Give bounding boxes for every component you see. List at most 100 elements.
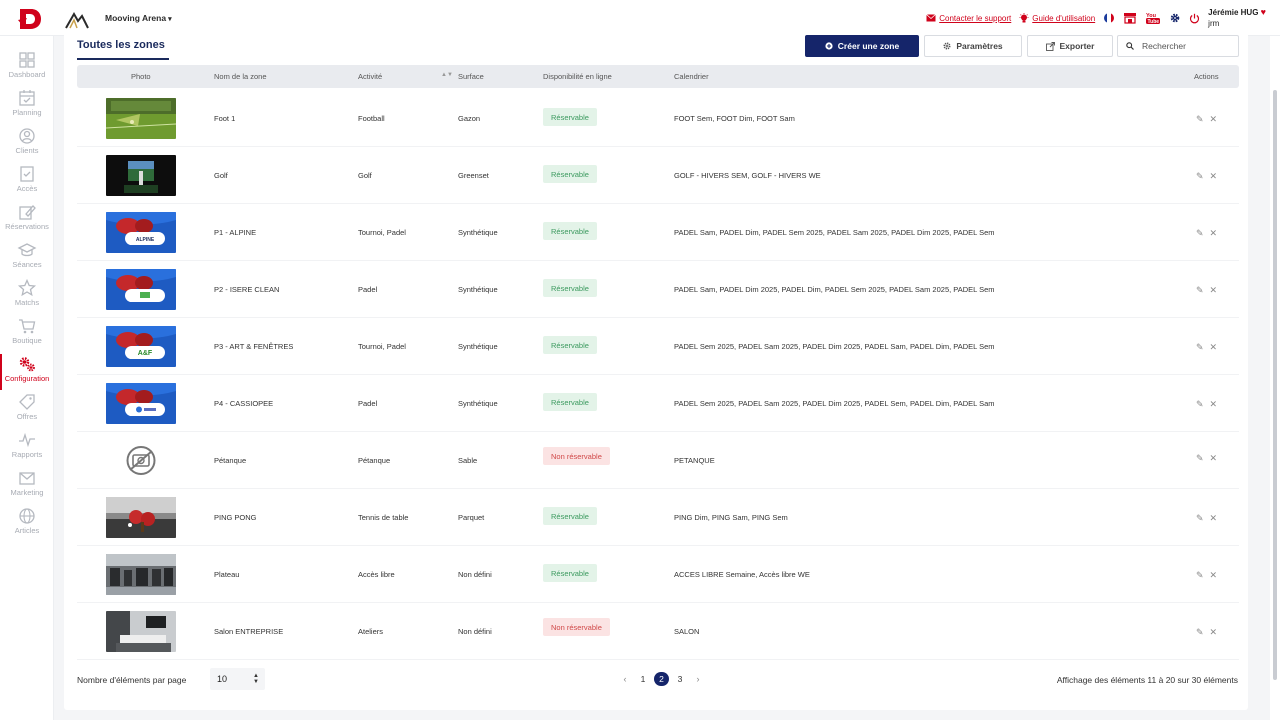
table-row[interactable]: P4 - CASSIOPEE Padel Synthétique Réservable… — [77, 375, 1239, 432]
page-2-button[interactable]: 2 — [654, 672, 669, 686]
page-1-button[interactable]: 1 — [634, 672, 652, 686]
edit-pencil-icon[interactable]: ✎ — [1196, 453, 1204, 464]
column-availability[interactable]: Disponibilité en ligne — [543, 72, 612, 81]
table-row[interactable]: A&F P3 - ART & FENÊTRES Tournoi, Padel Synt… — [77, 318, 1239, 375]
sidebar-item-planning[interactable]: Planning — [0, 88, 54, 124]
zone-name[interactable]: Foot 1 — [214, 114, 235, 123]
sidebar-item-boutique[interactable]: Boutique — [0, 316, 54, 352]
edit-pencil-icon[interactable]: ✎ — [1196, 342, 1204, 353]
zone-photo[interactable] — [106, 383, 176, 424]
delete-x-icon[interactable]: ✕ — [1210, 342, 1218, 353]
edit-pencil-icon[interactable]: ✎ — [1196, 513, 1204, 524]
column-surface[interactable]: Surface — [458, 72, 484, 81]
table-row[interactable]: PING PONG Tennis de table Parquet Réservabl… — [77, 489, 1239, 546]
zone-name[interactable]: PING PONG — [214, 513, 257, 522]
zone-photo[interactable] — [106, 611, 176, 652]
app-logo[interactable] — [17, 6, 43, 32]
column-calendar[interactable]: Calendrier — [674, 72, 709, 81]
table-row[interactable]: ALPINE P1 - ALPINE Tournoi, Padel Synthétiq… — [77, 204, 1239, 261]
gear-icon[interactable] — [1169, 12, 1181, 24]
sidebar-item-dashboard[interactable]: Dashboard — [0, 50, 54, 86]
store-icon[interactable] — [1123, 12, 1137, 24]
edit-pencil-icon[interactable]: ✎ — [1196, 171, 1204, 182]
settings-button[interactable]: Paramètres — [924, 35, 1022, 57]
next-page-button[interactable]: › — [689, 672, 707, 686]
create-zone-button[interactable]: Créer une zone — [805, 35, 919, 57]
sidebar-item-offres[interactable]: Offres — [0, 392, 54, 428]
page-3-button[interactable]: 3 — [671, 672, 689, 686]
status-badge: Réservable — [543, 336, 597, 354]
zone-photo[interactable] — [106, 98, 176, 139]
prev-page-button[interactable]: ‹ — [616, 672, 634, 686]
user-menu[interactable]: Jérémie HUG ♥ jrm — [1208, 7, 1266, 29]
edit-pencil-icon[interactable]: ✎ — [1196, 228, 1204, 239]
sort-icon[interactable]: ▲▼ — [441, 72, 453, 78]
zone-name[interactable]: P4 - CASSIOPEE — [214, 399, 273, 408]
delete-x-icon[interactable]: ✕ — [1210, 453, 1218, 464]
zone-photo[interactable] — [106, 269, 176, 310]
delete-x-icon[interactable]: ✕ — [1210, 399, 1218, 410]
zone-calendar: PING Dim, PING Sam, PING Sem — [674, 513, 788, 522]
table-row[interactable]: Golf Golf Greenset Réservable GOLF - HIVERS … — [77, 147, 1239, 204]
delete-x-icon[interactable]: ✕ — [1210, 171, 1218, 182]
edit-pencil-icon[interactable]: ✎ — [1196, 399, 1204, 410]
zone-photo[interactable]: A&F — [106, 326, 176, 367]
sidebar-item-marketing[interactable]: Marketing — [0, 468, 54, 504]
zone-name[interactable]: P1 - ALPINE — [214, 228, 256, 237]
delete-x-icon[interactable]: ✕ — [1210, 114, 1218, 125]
column-zone-name[interactable]: Nom de la zone — [214, 72, 267, 81]
zone-photo[interactable]: ALPINE — [106, 212, 176, 253]
delete-x-icon[interactable]: ✕ — [1210, 228, 1218, 239]
guide-link[interactable]: Guide d'utilisation — [1019, 12, 1095, 24]
sidebar-item-configuration[interactable]: Configuration — [0, 354, 54, 390]
table-row[interactable]: Salon ENTREPRISE Ateliers Non défini Non ré… — [77, 603, 1239, 660]
scrollbar-thumb[interactable] — [1273, 90, 1277, 680]
zone-calendar: ACCES LIBRE Semaine, Accès libre WE — [674, 570, 810, 579]
power-icon[interactable] — [1189, 13, 1200, 24]
graduation-icon — [17, 243, 37, 257]
zone-photo[interactable] — [106, 155, 176, 196]
sidebar-item-clients[interactable]: Clients — [0, 126, 54, 162]
table-row[interactable]: P2 - ISERE CLEAN Padel Synthétique Réservab… — [77, 261, 1239, 318]
page-title[interactable]: Toutes les zones — [77, 39, 165, 51]
export-button[interactable]: Exporter — [1027, 35, 1113, 57]
edit-pencil-icon[interactable]: ✎ — [1196, 570, 1204, 581]
delete-x-icon[interactable]: ✕ — [1210, 570, 1218, 581]
delete-x-icon[interactable]: ✕ — [1210, 627, 1218, 638]
sidebar-item-reservations[interactable]: Réservations — [0, 202, 54, 238]
zone-photo[interactable] — [106, 554, 176, 595]
table-row[interactable]: Pétanque Pétanque Sable Non réservable PETAN… — [77, 432, 1239, 489]
delete-x-icon[interactable]: ✕ — [1210, 513, 1218, 524]
create-zone-label: Créer une zone — [837, 41, 900, 51]
zone-name[interactable]: P3 - ART & FENÊTRES — [214, 342, 293, 351]
edit-pencil-icon[interactable]: ✎ — [1196, 114, 1204, 125]
delete-x-icon[interactable]: ✕ — [1210, 285, 1218, 296]
sidebar-item-seances[interactable]: Séances — [0, 240, 54, 276]
zone-calendar: PADEL Sam, PADEL Dim 2025, PADEL Dim, PA… — [674, 285, 995, 294]
sidebar-item-label: Réservations — [5, 222, 49, 231]
table-row[interactable]: Foot 1 Football Gazon Réservable FOOT Sem, F… — [77, 90, 1239, 147]
zone-name[interactable]: Plateau — [214, 570, 239, 579]
youtube-icon[interactable]: YouTube — [1145, 11, 1161, 25]
sidebar-item-acces[interactable]: Accès — [0, 164, 54, 200]
zone-name[interactable]: Salon ENTREPRISE — [214, 627, 283, 636]
column-activity[interactable]: Activité — [358, 72, 382, 81]
edit-pencil-icon[interactable]: ✎ — [1196, 285, 1204, 296]
plus-circle-icon — [825, 42, 833, 50]
gears-icon — [19, 357, 35, 372]
venue-selector[interactable]: Mooving Arena ▾ — [105, 13, 172, 23]
sidebar-item-matchs[interactable]: Matchs — [0, 278, 54, 314]
search-input[interactable] — [1142, 41, 1232, 51]
zone-name[interactable]: P2 - ISERE CLEAN — [214, 285, 279, 294]
french-flag-icon[interactable] — [1103, 12, 1115, 24]
sidebar-item-rapports[interactable]: Rapports — [0, 430, 54, 466]
table-row[interactable]: Plateau Accès libre Non défini Réservable AC… — [77, 546, 1239, 603]
edit-pencil-icon[interactable]: ✎ — [1196, 627, 1204, 638]
zone-photo[interactable] — [106, 497, 176, 538]
per-page-select[interactable]: 10 ▲ ▼ — [210, 668, 265, 690]
zone-photo[interactable] — [106, 440, 176, 481]
sidebar-item-articles[interactable]: Articles — [0, 506, 54, 542]
zone-name[interactable]: Golf — [214, 171, 228, 180]
support-link[interactable]: Contacter le support — [926, 14, 1011, 23]
zone-name[interactable]: Pétanque — [214, 456, 246, 465]
